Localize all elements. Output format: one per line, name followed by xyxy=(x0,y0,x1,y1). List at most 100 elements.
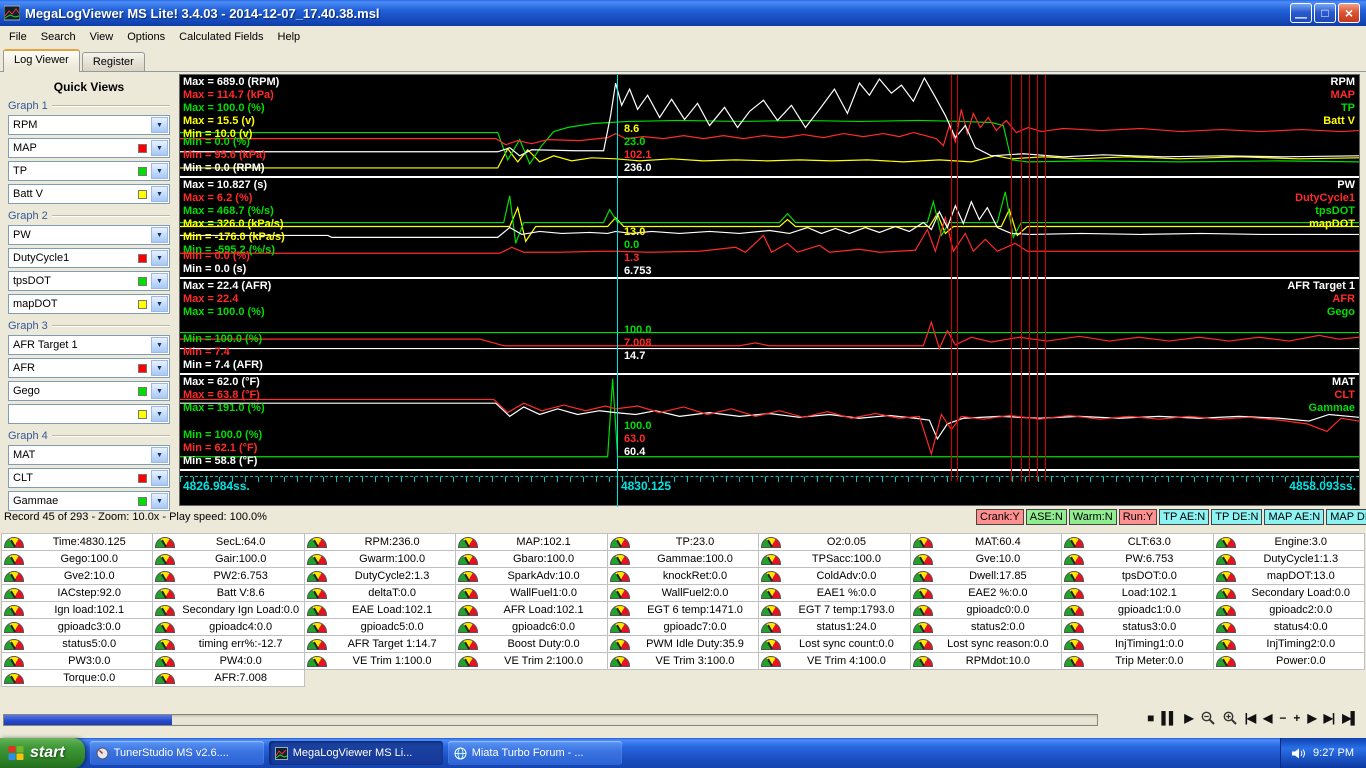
jump-to-end-button[interactable]: ▶| xyxy=(1324,712,1336,724)
gauge-icon xyxy=(761,587,782,599)
graph3-field-4-selector[interactable]: ▼ xyxy=(8,404,170,424)
chevron-down-icon[interactable]: ▼ xyxy=(151,447,168,463)
timeline-end-label: 4858.093ss. xyxy=(1289,479,1356,493)
taskbar-task-tunerstudio-ms-v2-6[interactable]: TunerStudio MS v2.6.... xyxy=(89,741,264,765)
step-forward-button[interactable]: ▶ xyxy=(1307,712,1316,724)
gauge-label: Gair:100.0 xyxy=(214,553,267,565)
chevron-down-icon[interactable]: ▼ xyxy=(151,186,168,202)
chevron-down-icon[interactable]: ▼ xyxy=(151,383,168,399)
volume-icon[interactable] xyxy=(1291,747,1306,760)
tab-register[interactable]: Register xyxy=(81,52,145,71)
graph-2-plot xyxy=(180,178,1359,277)
graph3-field-1-selector[interactable]: AFR Target 1 ▼ xyxy=(8,335,170,355)
gauge-icon xyxy=(609,655,630,667)
gauge-label: Batt V:8.6 xyxy=(216,587,265,599)
gauge-icon xyxy=(4,621,24,633)
graph1-field-3-selector[interactable]: TP ▼ xyxy=(8,161,170,181)
speed-up-button[interactable]: + xyxy=(1293,712,1300,724)
chevron-down-icon[interactable]: ▼ xyxy=(151,296,168,312)
app-icon xyxy=(4,5,20,21)
graph1-field-4-selector[interactable]: Batt V ▼ xyxy=(8,184,170,204)
graph2-field-4-selector[interactable]: mapDOT ▼ xyxy=(8,294,170,314)
field-value: PW xyxy=(13,229,31,241)
graph2-field-2-selector[interactable]: DutyCycle1 ▼ xyxy=(8,248,170,268)
tab-log-viewer[interactable]: Log Viewer xyxy=(3,49,80,72)
gauge-label: EGT 6 temp:1471.0 xyxy=(647,604,743,616)
graph3-field-3-selector[interactable]: Gego ▼ xyxy=(8,381,170,401)
titlebar[interactable]: MegaLogViewer MS Lite! 3.4.03 - 2014-12-… xyxy=(0,0,1366,26)
chevron-down-icon[interactable]: ▼ xyxy=(151,273,168,289)
field-value: Gego xyxy=(13,385,40,397)
jump-to-start-button[interactable]: |◀ xyxy=(1245,712,1257,724)
gauge-icon xyxy=(912,655,933,667)
start-button[interactable]: start xyxy=(0,738,85,768)
flag-run-y: Run:Y xyxy=(1118,509,1158,525)
gauge-icon xyxy=(306,570,327,582)
chevron-down-icon[interactable]: ▼ xyxy=(151,117,168,133)
trace-color-swatch xyxy=(138,364,147,373)
field-value: RPM xyxy=(13,119,38,131)
graph-panel-3[interactable]: Max = 22.4 (AFR) Max = 22.4 Max = 100.0 (%… xyxy=(180,279,1359,375)
task-label: MegaLogViewer MS Li... xyxy=(292,747,413,759)
timeline[interactable]: 4826.984ss. 4830.125 4858.093ss. xyxy=(180,471,1359,495)
maximize-button[interactable]: □ xyxy=(1314,3,1336,23)
gauge-icon xyxy=(4,587,24,599)
minimize-button[interactable]: — xyxy=(1290,3,1312,23)
zoom-out-button[interactable] xyxy=(1201,711,1215,725)
gauge-cell-dutycycle1: DutyCycle1:1.3 xyxy=(1213,551,1365,568)
gauge-label: timing err%:-12.7 xyxy=(198,638,283,650)
graph4-field-1-selector[interactable]: MAT ▼ xyxy=(8,445,170,465)
graph1-field-2-selector[interactable]: MAP ▼ xyxy=(8,138,170,158)
chevron-down-icon[interactable]: ▼ xyxy=(151,227,168,243)
chevron-down-icon[interactable]: ▼ xyxy=(151,140,168,156)
gauge-cell-map: MAP:102.1 xyxy=(456,534,608,551)
speed-down-button[interactable]: − xyxy=(1279,712,1286,724)
graph-1-max-labels: Max = 689.0 (RPM) Max = 114.7 (kPa) Max = … xyxy=(183,76,280,140)
graph-panel-2[interactable]: Max = 10.827 (s) Max = 6.2 (%) Max = 468.7… xyxy=(180,178,1359,279)
chevron-down-icon[interactable]: ▼ xyxy=(151,163,168,179)
graph1-field-1-selector[interactable]: RPM ▼ xyxy=(8,115,170,135)
graph-panel-4[interactable]: Max = 62.0 (°F) Max = 63.8 (°F) Max = 191.… xyxy=(180,375,1359,471)
gauge-label: VE Trim 4:100.0 xyxy=(807,655,886,667)
graph2-field-1-selector[interactable]: PW ▼ xyxy=(8,225,170,245)
chevron-down-icon[interactable]: ▼ xyxy=(151,406,168,422)
gauge-icon xyxy=(912,621,933,633)
menu-item-view[interactable]: View xyxy=(83,28,121,46)
chevron-down-icon[interactable]: ▼ xyxy=(151,360,168,376)
graph2-field-3-selector[interactable]: tpsDOT ▼ xyxy=(8,271,170,291)
menu-item-calculated-fields[interactable]: Calculated Fields xyxy=(172,28,270,46)
go-to-last-button[interactable]: ▶▌ xyxy=(1342,712,1359,724)
chevron-down-icon[interactable]: ▼ xyxy=(151,250,168,266)
chevron-down-icon[interactable]: ▼ xyxy=(151,470,168,486)
gauge-cell-ve-trim-3: VE Trim 3:100.0 xyxy=(607,653,760,670)
pause-button[interactable]: ▌▌ xyxy=(1161,712,1177,724)
menu-item-file[interactable]: File xyxy=(2,28,34,46)
gauge-cell-gego: Gego:100.0 xyxy=(2,551,154,568)
zoom-in-button[interactable] xyxy=(1223,711,1237,725)
empty-cell xyxy=(759,670,910,687)
chevron-down-icon[interactable]: ▼ xyxy=(151,337,168,353)
step-back-button[interactable]: ◀ xyxy=(1263,712,1272,724)
taskbar-task-miata-turbo-forum[interactable]: Miata Turbo Forum - ... xyxy=(447,741,622,765)
play-button[interactable]: ▶ xyxy=(1184,712,1193,724)
stop-button[interactable]: ■ xyxy=(1147,712,1154,724)
graph3-field-2-selector[interactable]: AFR ▼ xyxy=(8,358,170,378)
graph-area[interactable]: Max = 689.0 (RPM) Max = 114.7 (kPa) Max = … xyxy=(179,74,1360,507)
menu-item-help[interactable]: Help xyxy=(271,28,308,46)
gauge-label: ColdAdv:0.0 xyxy=(816,570,877,582)
menu-item-options[interactable]: Options xyxy=(120,28,172,46)
graph-panel-1[interactable]: Max = 689.0 (RPM) Max = 114.7 (kPa) Max = … xyxy=(180,75,1359,178)
trace-color-swatch xyxy=(138,474,147,483)
chevron-down-icon[interactable]: ▼ xyxy=(151,493,168,509)
gauge-cell-o2: O2:0.05 xyxy=(759,534,911,551)
tab-strip: Log Viewer Register xyxy=(0,48,1366,72)
gauge-cell-batt-v: Batt V:8.6 xyxy=(153,585,305,602)
gauge-cell-afr-target-1: AFR Target 1:14.7 xyxy=(304,636,457,653)
graph4-field-2-selector[interactable]: CLT ▼ xyxy=(8,468,170,488)
menu-item-search[interactable]: Search xyxy=(34,28,83,46)
close-button[interactable]: × xyxy=(1338,3,1360,23)
field-value: tpsDOT xyxy=(13,275,51,287)
gauge-icon xyxy=(155,638,176,650)
taskbar-task-megalogviewer-ms-li[interactable]: MegaLogViewer MS Li... xyxy=(268,741,443,765)
log-position-slider[interactable] xyxy=(3,714,1098,726)
